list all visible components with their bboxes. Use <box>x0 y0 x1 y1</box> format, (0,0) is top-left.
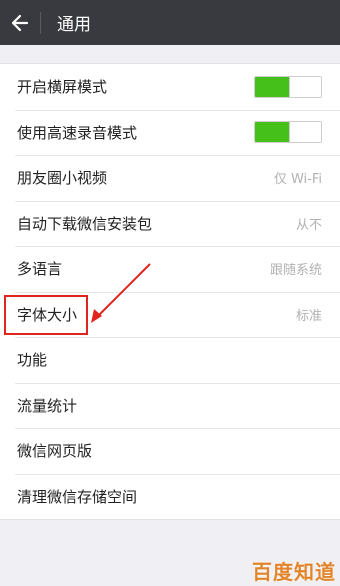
annotation-arrow-icon <box>91 263 151 323</box>
baidu-zhidao-watermark: 百度知道 <box>252 560 336 584</box>
